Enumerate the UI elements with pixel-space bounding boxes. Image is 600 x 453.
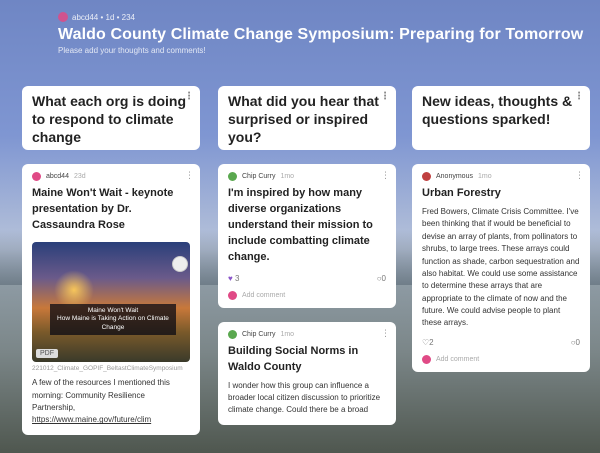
avatar <box>228 329 237 339</box>
post-title: Urban Forestry <box>422 187 501 199</box>
add-comment-field[interactable]: Add comment <box>422 354 580 364</box>
post-body: A few of the resources I mentioned this … <box>32 378 170 425</box>
avatar <box>422 172 431 181</box>
more-options-icon[interactable]: ⋮ <box>574 90 584 103</box>
author-name: Anonymous <box>436 173 473 180</box>
avatar <box>422 354 431 364</box>
comment-count[interactable]: ○0 <box>571 338 580 347</box>
heart-icon: ♥ <box>228 273 233 283</box>
post-title: Building Social Norms in Waldo County <box>228 344 359 373</box>
column-heading: New ideas, thoughts & questions sparked!… <box>412 86 590 150</box>
more-options-icon[interactable]: ⋮ <box>381 328 390 339</box>
column-heading: What each org is doing to respond to cli… <box>22 86 200 150</box>
resource-link[interactable]: https://www.maine.gov/future/clim <box>32 415 151 424</box>
more-options-icon[interactable]: ⋮ <box>380 90 390 103</box>
post-card[interactable]: Chip Curry 1mo ⋮ Building Social Norms i… <box>218 321 396 425</box>
column-org-responses: What each org is doing to respond to cli… <box>22 86 200 435</box>
more-options-icon[interactable]: ⋮ <box>575 170 584 181</box>
pdf-badge: PDF <box>36 348 58 358</box>
timestamp: 1mo <box>280 330 295 338</box>
more-options-icon[interactable]: ⋮ <box>185 170 194 181</box>
avatar <box>228 172 237 181</box>
more-options-icon[interactable]: ⋮ <box>381 170 390 181</box>
add-comment-field[interactable]: Add comment <box>228 290 386 300</box>
attachment-preview[interactable]: Maine Won't Wait How Maine is Taking Act… <box>32 241 190 362</box>
author-name: Chip Curry <box>242 330 276 338</box>
author-name: Chip Curry <box>242 173 276 180</box>
like-button[interactable]: ♡2 <box>422 338 434 347</box>
author-name: abcd44 <box>46 173 69 180</box>
avatar <box>32 172 41 181</box>
timestamp: 23d <box>73 173 86 180</box>
page-title: Waldo County Climate Change Symposium: P… <box>58 26 584 43</box>
board-meta: abcd44 • 1d • 234 <box>72 12 135 22</box>
post-title: I'm inspired by how many diverse organiz… <box>228 187 373 263</box>
post-title: Maine Won't Wait - keynote presentation … <box>32 187 174 231</box>
avatar <box>58 12 68 22</box>
post-body: Fred Bowers, Climate Crisis Committee. I… <box>422 206 580 328</box>
post-card[interactable]: Chip Curry 1mo ⋮ I'm inspired by how man… <box>218 164 396 308</box>
comment-count[interactable]: ○0 <box>377 274 386 283</box>
post-card[interactable]: Anonymous 1mo ⋮ Urban Forestry Fred Bowe… <box>412 164 590 372</box>
page-subtitle: Please add your thoughts and comments! <box>58 46 206 55</box>
board-header: abcd44 • 1d • 234 Waldo County Climate C… <box>58 12 583 55</box>
attachment-filename: 221012_Climate_GOPIF_BeltastClimateSympo… <box>32 364 183 372</box>
column-heading: What did you hear that surprised or insp… <box>218 86 396 150</box>
avatar <box>228 290 237 300</box>
like-button[interactable]: ♥ 3 <box>228 274 239 283</box>
column-surprised-inspired: What did you hear that surprised or insp… <box>218 86 396 425</box>
post-card[interactable]: abcd44 23d ⋮ Maine Won't Wait - keynote … <box>22 164 200 435</box>
timestamp: 1mo <box>477 173 492 180</box>
post-body: I wonder how this group can influence a … <box>228 380 381 415</box>
attachment-badge-icon <box>172 255 188 272</box>
timestamp: 1mo <box>280 173 295 180</box>
column-new-ideas: New ideas, thoughts & questions sparked!… <box>412 86 590 372</box>
more-options-icon[interactable]: ⋮ <box>184 90 194 103</box>
